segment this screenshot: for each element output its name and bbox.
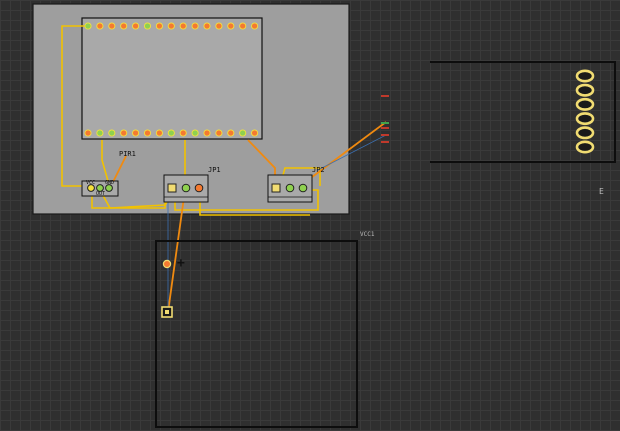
- module-bottom-pad-6[interactable]: [143, 129, 152, 137]
- module-bottom-pad-11[interactable]: [203, 129, 211, 137]
- vcc-label: VCC1: [360, 231, 375, 238]
- jp2-pad-2[interactable]: [285, 183, 295, 193]
- pir-label: PIR1: [119, 150, 136, 158]
- module-top-pad-15[interactable]: [251, 22, 259, 30]
- module-top-pad-6[interactable]: [143, 22, 152, 30]
- pir-pin-mid-label: OUT: [96, 191, 106, 197]
- external-connector-pads[interactable]: [575, 69, 595, 154]
- jp1-label: JP1: [208, 166, 221, 174]
- module-bottom-pad-12[interactable]: [215, 129, 223, 137]
- module-bottom-pad-3[interactable]: [108, 129, 116, 137]
- module-top-pad-1[interactable]: [84, 22, 92, 30]
- module-top-pad-7[interactable]: [155, 22, 163, 30]
- module-top-pad-5[interactable]: [132, 22, 140, 30]
- pir-pin-right-label: GND: [105, 180, 115, 186]
- external-pad-4[interactable]: [575, 112, 595, 126]
- module-top-pad-4[interactable]: [120, 22, 128, 30]
- battery-plus-sign: +: [177, 256, 185, 271]
- module-bottom-pad-2[interactable]: [96, 129, 104, 137]
- pcb-canvas[interactable]: [0, 0, 620, 431]
- external-pad-1[interactable]: [575, 69, 595, 83]
- module-bottom-pad-13[interactable]: [227, 129, 235, 137]
- module-top-pad-3[interactable]: [108, 22, 116, 30]
- module-bottom-pad-1[interactable]: [84, 129, 92, 137]
- module-top-pad-14[interactable]: [239, 22, 247, 30]
- module-bottom-pad-9[interactable]: [179, 129, 187, 137]
- module-bottom-pad-5[interactable]: [132, 129, 140, 137]
- module-top-pad-13[interactable]: [227, 22, 235, 30]
- jp1-pad-1[interactable]: [167, 183, 177, 193]
- module-top-pad-2[interactable]: [96, 22, 104, 30]
- module-bottom-pad-8[interactable]: [167, 129, 175, 137]
- side-marker: E: [599, 187, 604, 196]
- battery-negative-pad[interactable]: [162, 259, 172, 269]
- module-top-pad-9[interactable]: [179, 22, 187, 30]
- module-top-pad-12[interactable]: [215, 22, 223, 30]
- microcontroller-module[interactable]: [81, 17, 263, 140]
- module-bottom-pad-4[interactable]: [120, 129, 128, 137]
- module-bottom-pad-15[interactable]: [251, 129, 259, 137]
- jp2-pad-3[interactable]: [298, 183, 308, 193]
- external-pad-3[interactable]: [575, 97, 595, 111]
- wire-endpoint-markers: [381, 95, 389, 143]
- module-bottom-pad-14[interactable]: [239, 129, 247, 137]
- external-pad-6[interactable]: [575, 140, 595, 154]
- module-top-pad-11[interactable]: [203, 22, 211, 30]
- external-pad-5[interactable]: [575, 126, 595, 140]
- external-pad-2[interactable]: [575, 83, 595, 97]
- pir-pin-left-label: VCC: [86, 180, 96, 186]
- jp1-pad-3[interactable]: [194, 183, 204, 193]
- module-bottom-pad-10[interactable]: [191, 129, 199, 137]
- module-top-pad-10[interactable]: [191, 22, 199, 30]
- module-bottom-pad-7[interactable]: [155, 129, 163, 137]
- jp1-pad-2[interactable]: [181, 183, 191, 193]
- jp2-label: JP2: [312, 166, 325, 174]
- module-top-pad-8[interactable]: [167, 22, 175, 30]
- vcc-battery-outline[interactable]: [155, 240, 358, 428]
- jp2-pad-1[interactable]: [271, 183, 281, 193]
